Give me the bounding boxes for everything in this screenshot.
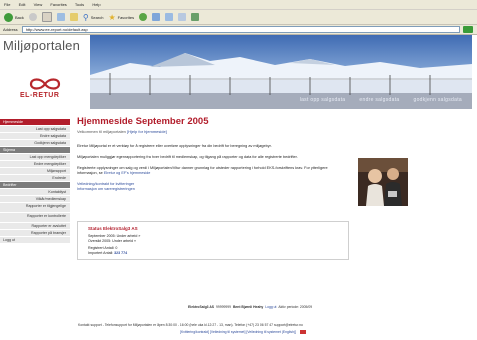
sidebar-item[interactable]: Hjemmeside: [0, 119, 70, 126]
menu-help[interactable]: Help: [92, 2, 100, 7]
print-icon[interactable]: [165, 13, 174, 21]
menu-edit[interactable]: Edit: [19, 2, 26, 7]
refresh-icon[interactable]: [56, 13, 65, 21]
status-body: September 2005: Under arbeid » Oversikt …: [78, 233, 348, 259]
footer-company: ElektroSalg3 AS: [188, 305, 215, 309]
sidebar-item[interactable]: Rapporter er avsluttet: [0, 223, 70, 230]
main-content: Hjemmeside September 2005 Velkommen til …: [77, 112, 377, 261]
sidebar-item[interactable]: Kontaktlyst: [0, 189, 70, 196]
footer-user: Bent Bjørnli Heahy: [232, 305, 264, 309]
sidebar-item[interactable]: Endre mengdepliker: [0, 161, 70, 168]
guide-links: Veiledning/kontrakt for kvitteringer Inf…: [77, 182, 377, 192]
back-button[interactable]: Back: [4, 12, 24, 22]
search-label: Search: [90, 14, 104, 20]
status-title: Status ElektroSalg3 AS: [88, 226, 138, 231]
discuss-icon[interactable]: [191, 13, 200, 21]
sidebar-item-logout[interactable]: Logg ut: [0, 237, 70, 244]
footer-support: Kontakt support - Telefonsupport for Mil…: [78, 323, 303, 327]
favorites-star-icon: ★: [108, 12, 116, 22]
footer-user-line: ElektroSalg3 AS 99999999 Bent Bjørnli He…: [188, 305, 312, 309]
footer-logout-link[interactable]: Logg ut: [265, 305, 276, 309]
imported-label: Importert Antall:: [88, 250, 114, 255]
go-button[interactable]: [463, 26, 473, 33]
imported-row: Importert Antall: 323 774: [88, 251, 338, 256]
elretur-logo-icon: [29, 78, 61, 90]
site-banner: Miljøportalen EL-RETUR last opp salgsdat…: [0, 35, 477, 109]
address-label: Address: [3, 27, 18, 32]
welcome-line: Velkommen til miljøportalen [Hjelp for h…: [77, 129, 377, 134]
sidebar-item[interactable]: Rapporter er kontrollerte: [0, 213, 70, 223]
back-label: Back: [15, 14, 24, 20]
footer-links: [Kvittering/kontrakt] [Veiledning til sy…: [180, 330, 307, 335]
status-panel: Status ElektroSalg3 AS September 2005: U…: [77, 221, 349, 261]
imported-value: 323 774: [114, 250, 128, 255]
history-icon[interactable]: [139, 13, 148, 21]
edit-icon[interactable]: [178, 13, 187, 21]
people-photo-image: [358, 158, 408, 206]
intro-paragraph: Elretur Miljøportal er et verktøy for å …: [77, 144, 272, 148]
mail-icon[interactable]: [300, 330, 307, 335]
info-link[interactable]: Informasjon om vareregistreringen: [77, 187, 377, 192]
browser-toolbar: Back ⚲ Search ★ Favorites: [0, 9, 477, 25]
banner-tabs: last opp salgsdata endre salgsdata godkj…: [300, 97, 462, 103]
stop-icon[interactable]: [41, 12, 52, 22]
elretur-link[interactable]: Elretur og EF's hjemmeside: [104, 171, 151, 175]
footer-code: 99999999: [215, 305, 232, 309]
sidebar-item[interactable]: Rapporter er tilgjengelige: [0, 203, 70, 213]
menu-favorites[interactable]: Favorites: [50, 2, 66, 7]
help-link[interactable]: [Hjelp for hjemmeside]: [127, 129, 167, 134]
tab-last-opp-salgsdata[interactable]: last opp salgsdata: [300, 97, 346, 103]
tab-godkjenn-salgsdata[interactable]: godkjenn salgsdata: [414, 97, 463, 103]
home-icon[interactable]: [69, 13, 78, 21]
search-icon: ⚲: [82, 12, 89, 22]
sidebar-nav: Hjemmeside Last opp salgsdata Endre salg…: [0, 119, 70, 244]
logo-text: EL-RETUR: [20, 92, 60, 99]
tab-endre-salgsdata[interactable]: endre salgsdata: [359, 97, 399, 103]
sidebar-item[interactable]: Last opp salgsdata: [0, 126, 70, 133]
address-bar: Address http://www.ee-report.no/default.…: [0, 25, 477, 35]
browser-window: File Edit View Favorites Tools Help Back…: [0, 0, 477, 340]
sidebar-item[interactable]: Endre salgsdata: [0, 133, 70, 140]
sidebar-item[interactable]: Godkjenn salgsdata: [0, 140, 70, 147]
people-photo: [358, 158, 408, 206]
logo-area: Miljøportalen EL-RETUR: [0, 35, 90, 109]
favorites-label: Favorites: [117, 14, 135, 20]
favorites-button[interactable]: ★ Favorites: [108, 13, 134, 22]
mail-icon[interactable]: [152, 13, 161, 21]
back-arrow-icon: [4, 12, 13, 22]
footer-period: Aktiv periode: 2005/09: [278, 305, 313, 309]
sidebar-item[interactable]: Rapporter på bransjer: [0, 230, 70, 237]
sidebar-section-heading: Bedrifter: [0, 182, 70, 189]
menu-view[interactable]: View: [34, 2, 43, 7]
menu-file[interactable]: File: [4, 2, 10, 7]
footer-link[interactable]: [Kvittering/kontrakt] [Veiledning til sy…: [180, 330, 296, 334]
search-button[interactable]: ⚲ Search: [83, 13, 104, 22]
forward-arrow-icon[interactable]: [28, 13, 37, 21]
sidebar-item[interactable]: Last opp mengdepliker: [0, 154, 70, 161]
info-paragraph: Miljøportalen muliggjør egenrapportering…: [77, 155, 298, 159]
page-title: Hjemmeside September 2005: [77, 116, 209, 127]
banner-photo: last opp salgsdata endre salgsdata godkj…: [90, 35, 472, 109]
sidebar-item[interactable]: Endrede: [0, 175, 70, 182]
report-paragraph: Registrerte opplysninger om salg og verd…: [77, 166, 332, 176]
welcome-text: Velkommen til miljøportalen: [77, 129, 126, 134]
sidebar-item[interactable]: Vilkår/medlemskap: [0, 196, 70, 203]
address-input[interactable]: http://www.ee-report.no/default.asp: [21, 26, 460, 33]
browser-menubar: File Edit View Favorites Tools Help: [0, 0, 477, 9]
sidebar-section-heading: Skjema: [0, 147, 70, 154]
site-title: Miljøportalen: [3, 38, 81, 53]
sidebar-item[interactable]: Miljørapport: [0, 168, 70, 175]
menu-tools[interactable]: Tools: [75, 2, 84, 7]
